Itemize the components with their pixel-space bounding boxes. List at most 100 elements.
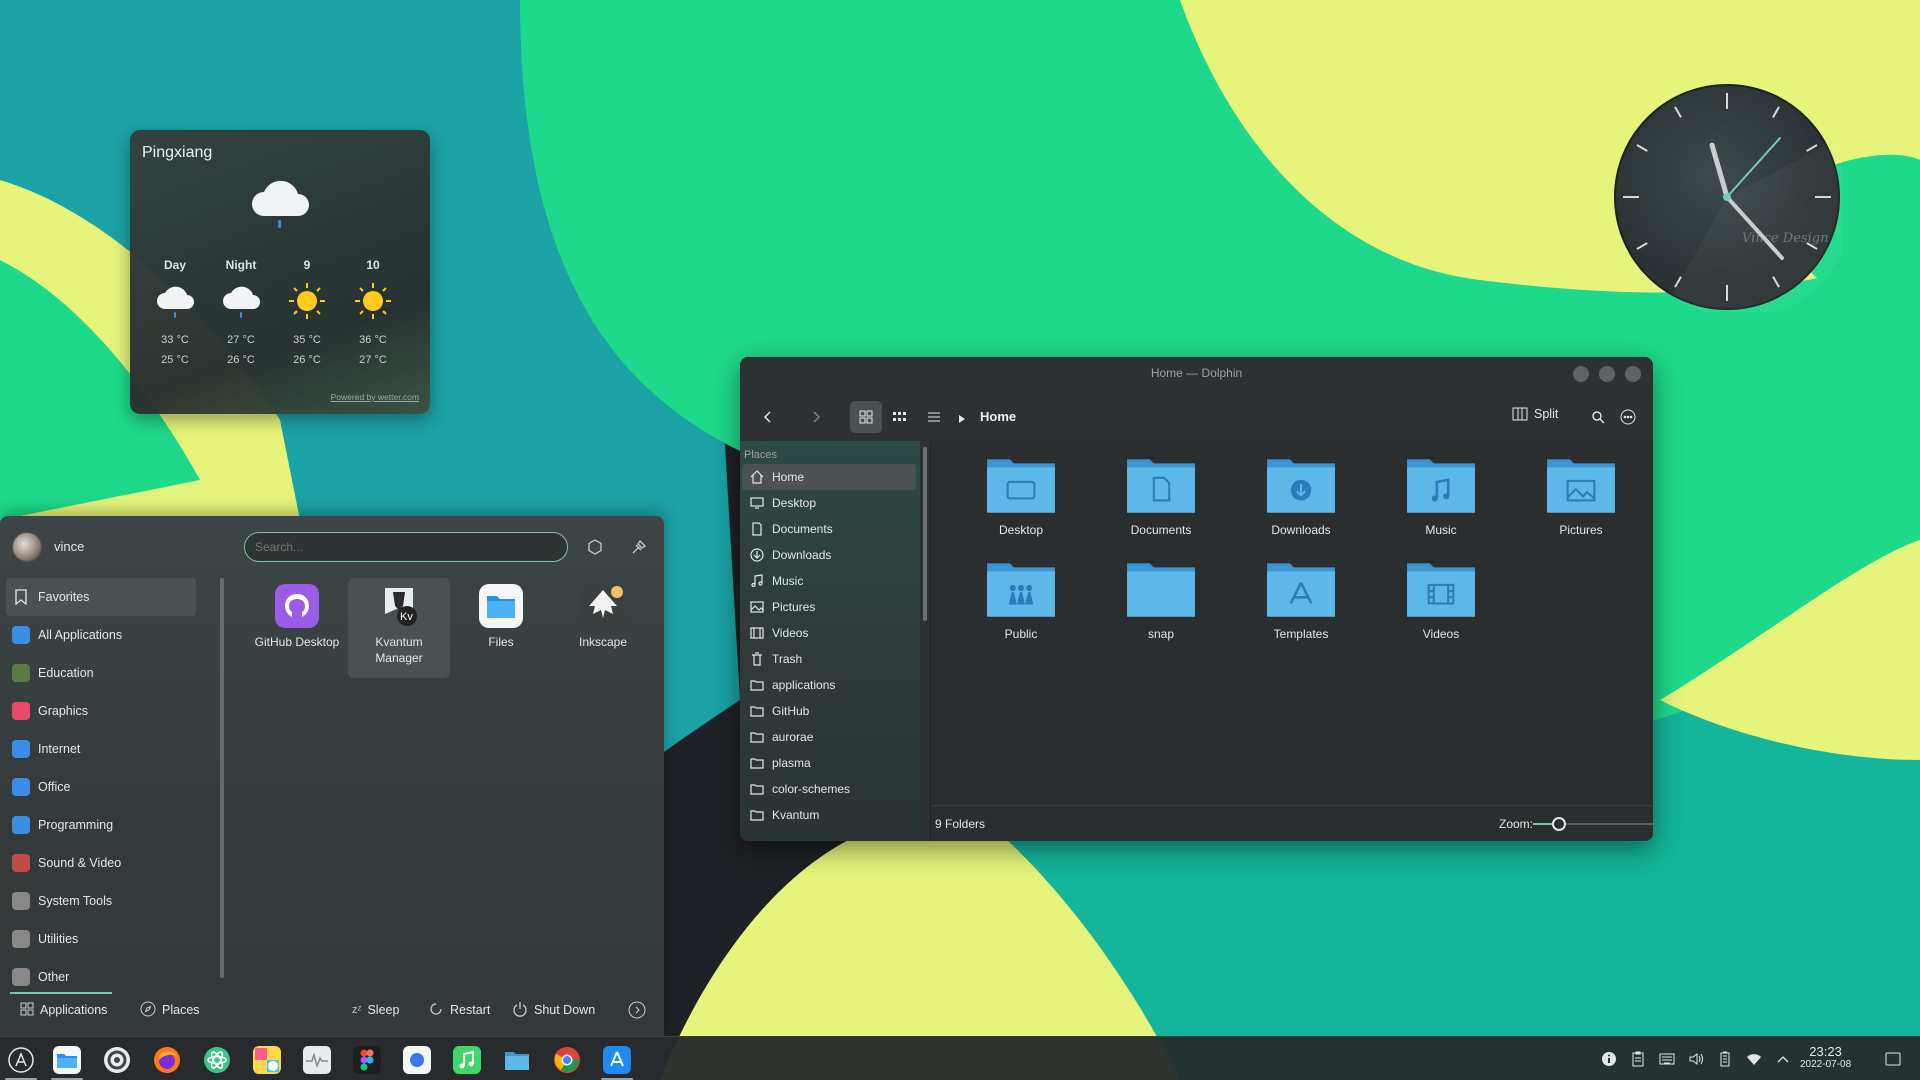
forecast-low: 25 °C (161, 354, 189, 366)
close-button[interactable] (1625, 366, 1641, 382)
place-desktop[interactable]: Desktop (742, 490, 916, 516)
music-icon[interactable] (452, 1045, 482, 1075)
menu-button[interactable] (1612, 401, 1644, 433)
category-all-applications[interactable]: All Applications (6, 616, 196, 654)
shutdown-button[interactable]: Shut Down (512, 1001, 595, 1020)
folder-videos[interactable]: Videos (1371, 557, 1511, 641)
split-label: Split (1534, 407, 1559, 421)
app-inkscape[interactable]: Inkscape (552, 578, 654, 678)
folder-icon[interactable] (502, 1045, 532, 1075)
system-icon (12, 892, 30, 910)
folder-music[interactable]: Music (1371, 453, 1511, 537)
files-icon[interactable] (52, 1045, 82, 1075)
place-home[interactable]: Home (742, 464, 916, 490)
place-documents[interactable]: Documents (742, 516, 916, 542)
avatar[interactable] (12, 532, 42, 562)
minimize-button[interactable] (1573, 366, 1589, 382)
zoom-slider[interactable] (1533, 817, 1653, 831)
figma-icon[interactable] (352, 1045, 382, 1075)
place-music[interactable]: Music (742, 568, 916, 594)
place-kvantum[interactable]: Kvantum (742, 802, 916, 828)
keyboard-icon[interactable] (1658, 1050, 1676, 1068)
app-store-icon[interactable] (602, 1045, 632, 1075)
place-color-schemes[interactable]: color-schemes (742, 776, 916, 802)
split-button[interactable]: Split (1512, 407, 1558, 421)
pin-icon[interactable] (628, 536, 650, 558)
category-sound-video[interactable]: Sound & Video (6, 844, 196, 882)
category-utilities[interactable]: Utilities (6, 920, 196, 958)
folder-templates[interactable]: Templates (1231, 557, 1371, 641)
app-github-desktop[interactable]: GitHub Desktop (246, 578, 348, 678)
compact-view-button[interactable] (884, 401, 916, 433)
signal-icon[interactable] (402, 1045, 432, 1075)
category-system-tools[interactable]: System Tools (6, 882, 196, 920)
wifi-icon[interactable] (1745, 1050, 1763, 1068)
icons-view-button[interactable] (850, 401, 882, 433)
category-education[interactable]: Education (6, 654, 196, 692)
volume-icon[interactable] (1687, 1050, 1705, 1068)
weather-credit-link[interactable]: Powered by wetter.com (331, 392, 419, 402)
more-icon (1620, 409, 1636, 425)
photos-icon[interactable] (252, 1045, 282, 1075)
place-label: Downloads (772, 548, 832, 562)
place-plasma[interactable]: plasma (742, 750, 916, 776)
tab-places[interactable]: Places (140, 1001, 200, 1020)
taskbar-clock[interactable]: 23:23 2022-07-08 (1800, 1045, 1851, 1071)
battery-icon[interactable] (1716, 1050, 1734, 1068)
chevron-up-icon[interactable] (1774, 1050, 1792, 1068)
status-bar: 9 Folders Zoom: (931, 805, 1653, 841)
chrome-icon[interactable] (552, 1045, 582, 1075)
category-programming[interactable]: Programming (6, 806, 196, 844)
show-desktop-icon[interactable] (1884, 1050, 1902, 1068)
folder-public[interactable]: Public (951, 557, 1091, 641)
place-videos[interactable]: Videos (742, 620, 916, 646)
app-launcher-icon[interactable] (6, 1045, 36, 1075)
places-scrollbar[interactable] (923, 447, 927, 621)
pictures-icon (750, 600, 772, 614)
maximize-button[interactable] (1599, 366, 1615, 382)
details-view-button[interactable] (918, 401, 950, 433)
folder-downloads[interactable]: Downloads (1231, 453, 1371, 537)
monitor-icon[interactable] (302, 1045, 332, 1075)
folder-snap[interactable]: snap (1091, 557, 1231, 641)
settings-hexagon-icon[interactable] (584, 536, 606, 558)
folder-label: Templates (1273, 627, 1329, 641)
place-applications[interactable]: applications (742, 672, 916, 698)
folder-desktop[interactable]: Desktop (951, 453, 1091, 537)
category-office[interactable]: Office (6, 768, 196, 806)
info-icon[interactable] (1600, 1050, 1618, 1068)
clipboard-icon[interactable] (1629, 1050, 1647, 1068)
category-favorites[interactable]: Favorites (6, 578, 196, 616)
category-internet[interactable]: Internet (6, 730, 196, 768)
zoom-slider-handle[interactable] (1552, 817, 1567, 831)
breadcrumb-arrow-icon[interactable] (958, 411, 966, 429)
sun-icon (274, 276, 340, 326)
breadcrumb[interactable]: Home (980, 409, 1016, 424)
category-graphics[interactable]: Graphics (6, 692, 196, 730)
place-downloads[interactable]: Downloads (742, 542, 916, 568)
more-options-button[interactable] (628, 1001, 646, 1019)
folder-documents[interactable]: Documents (1091, 453, 1231, 537)
place-trash[interactable]: Trash (742, 646, 916, 672)
tab-applications[interactable]: Applications (20, 1002, 107, 1019)
sleep-button[interactable]: zᶻ Sleep (352, 1003, 399, 1017)
place-label: applications (772, 678, 836, 692)
restart-button[interactable]: Restart (428, 1001, 490, 1020)
back-button[interactable] (752, 401, 784, 433)
launcher-footer: Applications Places zᶻ Sleep Restart Shut… (0, 984, 664, 1036)
search-button[interactable] (1582, 401, 1614, 433)
firefox-icon[interactable] (152, 1045, 182, 1075)
place-aurorae[interactable]: aurorae (742, 724, 916, 750)
folder-label: Desktop (998, 523, 1044, 537)
folder-pictures[interactable]: Pictures (1511, 453, 1651, 537)
place-github[interactable]: GitHub (742, 698, 916, 724)
app-kvantum-manager[interactable]: Kv Kvantum Manager (348, 578, 450, 678)
atom-icon[interactable] (202, 1045, 232, 1075)
search-input[interactable] (244, 532, 568, 562)
settings-icon[interactable] (102, 1045, 132, 1075)
trash-icon (750, 652, 772, 666)
app-files[interactable]: Files (450, 578, 552, 678)
forward-button[interactable] (800, 401, 832, 433)
place-pictures[interactable]: Pictures (742, 594, 916, 620)
category-scrollbar[interactable] (220, 578, 224, 978)
